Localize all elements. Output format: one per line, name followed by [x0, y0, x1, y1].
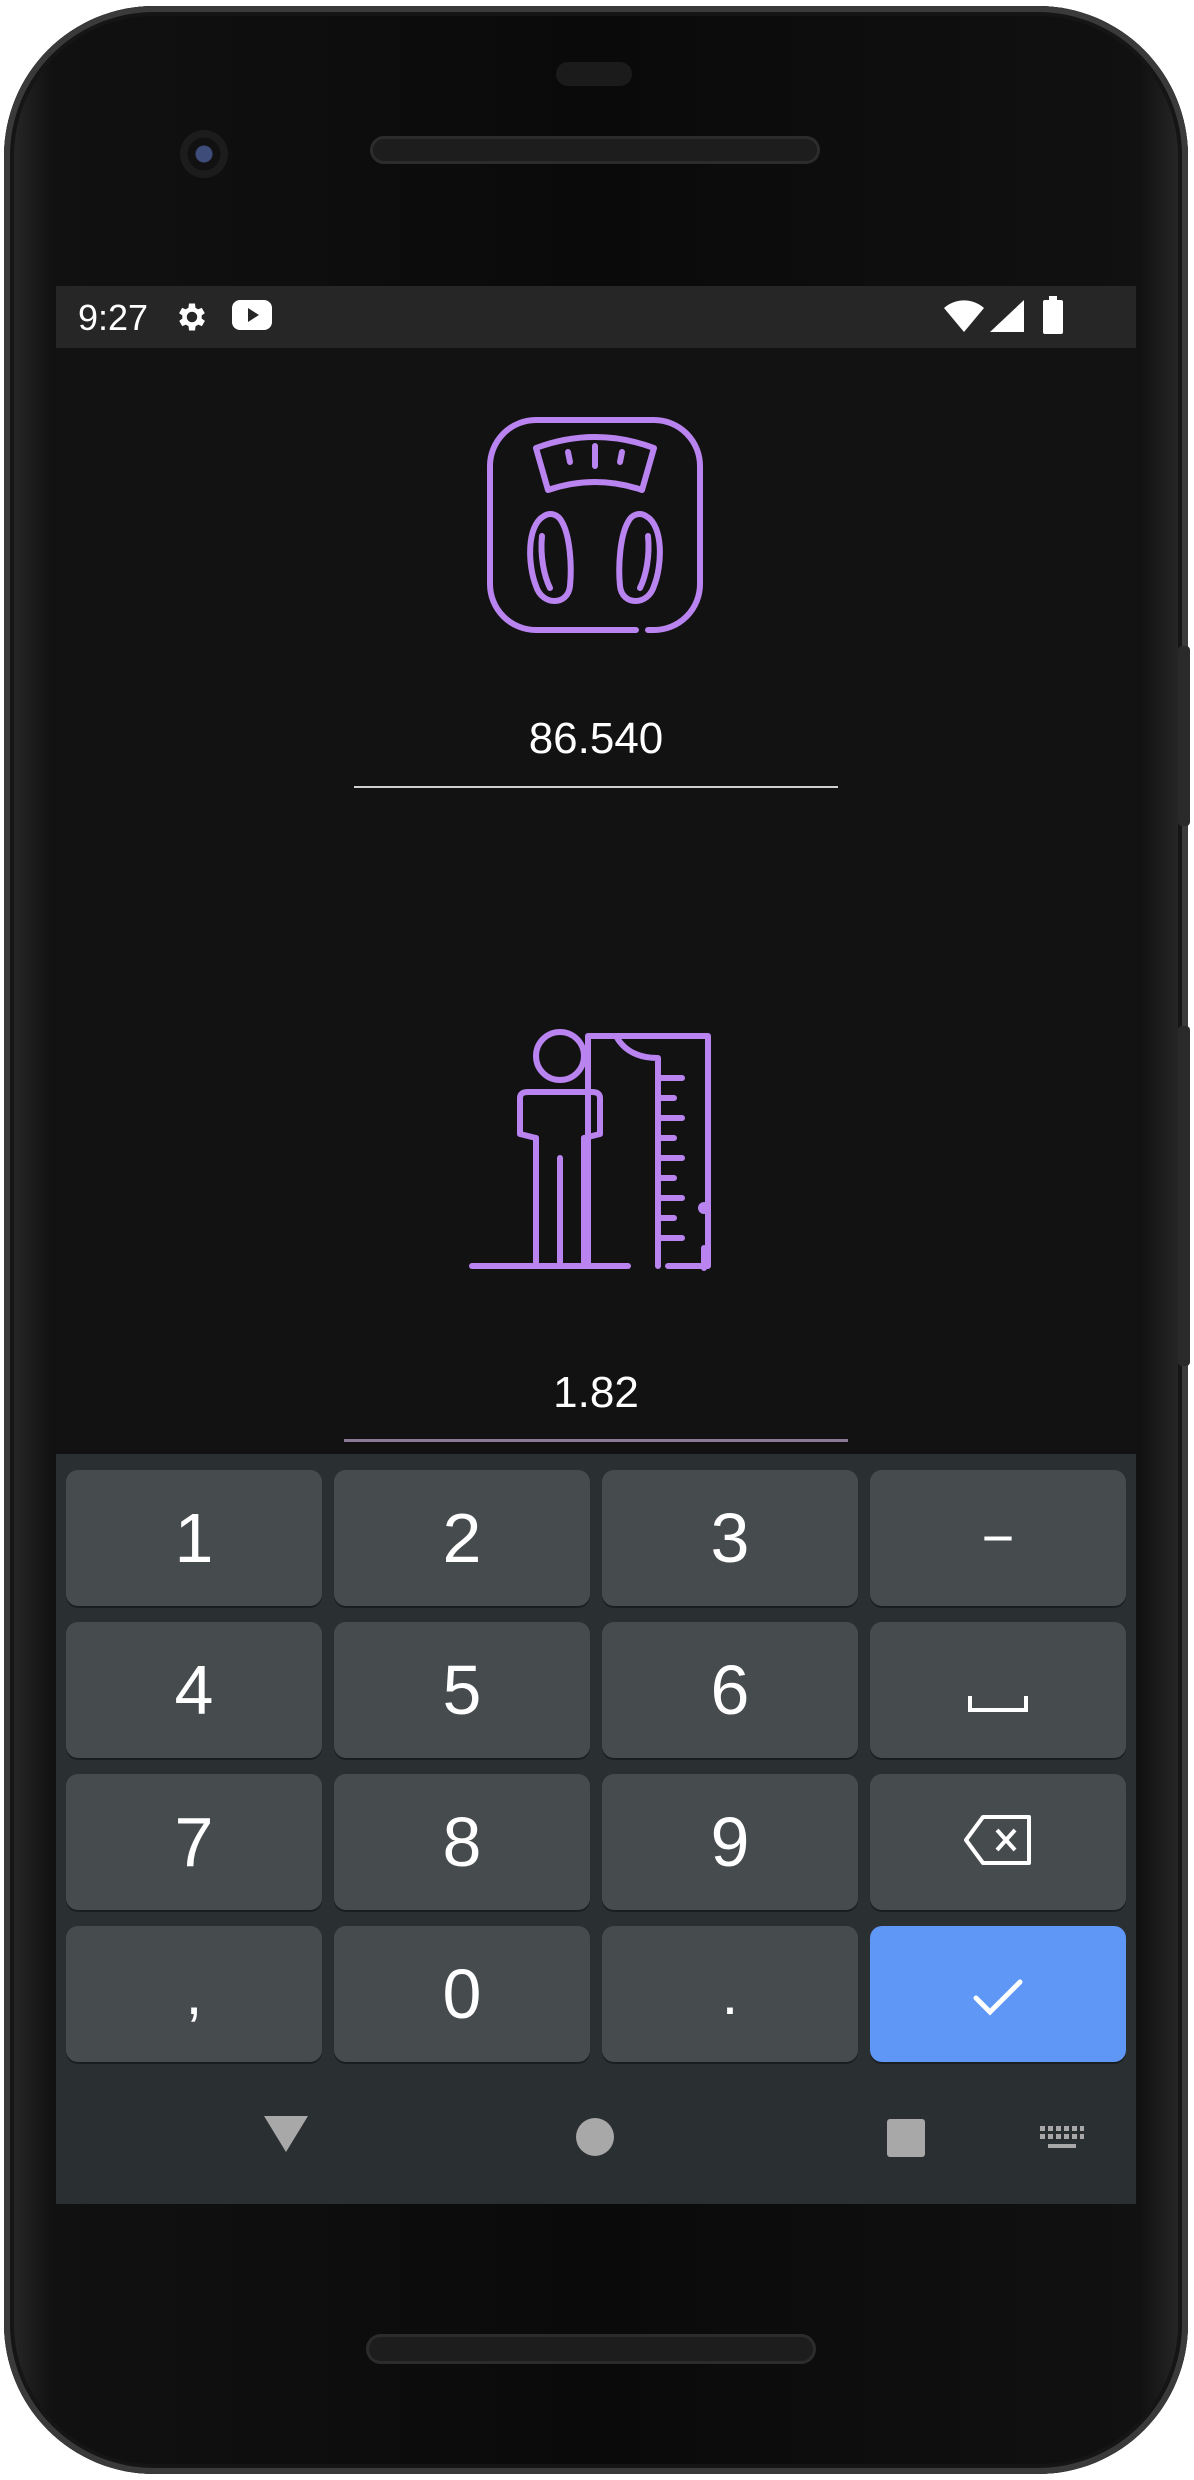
height-measure-icon [468, 1028, 718, 1273]
key-1[interactable]: 1 [66, 1470, 322, 1606]
key-2[interactable]: 2 [334, 1470, 590, 1606]
key-label: 4 [174, 1651, 214, 1729]
front-camera [180, 130, 228, 178]
height-input[interactable]: 1.82 [344, 1368, 848, 1442]
height-underline [344, 1439, 848, 1442]
key-label: 0 [442, 1955, 482, 2033]
key-0[interactable]: 0 [334, 1926, 590, 2062]
power-button [1178, 646, 1190, 826]
key-backspace[interactable] [870, 1774, 1126, 1910]
recents-icon[interactable] [886, 2118, 926, 2163]
backspace-icon [963, 1802, 1033, 1882]
key-label: 2 [442, 1499, 482, 1577]
key-8[interactable]: 8 [334, 1774, 590, 1910]
key-label: . [721, 1960, 739, 2027]
bottom-speaker [366, 2334, 816, 2364]
key-4[interactable]: 4 [66, 1622, 322, 1758]
wifi-icon [944, 300, 984, 337]
key-3[interactable]: 3 [602, 1470, 858, 1606]
key-label: 3 [710, 1499, 750, 1577]
key-label: 6 [710, 1651, 750, 1729]
key-label: 9 [710, 1803, 750, 1881]
height-value: 1.82 [553, 1368, 639, 1417]
navigation-bar [56, 2074, 1136, 2204]
key-6[interactable]: 6 [602, 1622, 858, 1758]
key-label: 1 [174, 1499, 214, 1577]
weight-input[interactable]: 86.540 [354, 714, 838, 788]
battery-icon [1042, 296, 1064, 339]
gear-icon [174, 299, 210, 340]
key-label: 7 [174, 1803, 214, 1881]
signal-icon [990, 300, 1024, 337]
key-space[interactable] [870, 1622, 1126, 1758]
status-bar: 9:27 [56, 286, 1136, 348]
key-9[interactable]: 9 [602, 1774, 858, 1910]
youtube-icon [232, 300, 272, 335]
check-icon [972, 1954, 1024, 2034]
key-label: 5 [442, 1651, 482, 1729]
status-time: 9:27 [78, 297, 149, 338]
key-minus[interactable]: − [870, 1470, 1126, 1606]
key-comma[interactable]: , [66, 1926, 322, 2062]
keyboard-switch-icon[interactable] [1040, 2126, 1084, 2157]
volume-button [1178, 1026, 1190, 1366]
weight-underline [354, 786, 838, 788]
home-icon[interactable] [574, 2116, 616, 2163]
key-done[interactable] [870, 1926, 1126, 2062]
back-icon[interactable] [262, 2114, 310, 2159]
key-label: 8 [442, 1803, 482, 1881]
weight-value: 86.540 [528, 714, 664, 763]
key-label: , [185, 1960, 203, 2027]
key-label: − [981, 1506, 1015, 1569]
phone-frame: 9:27 86.540 1.82 1 2 3 − 4 5 6 7 8 9 , 0… [4, 6, 1190, 2474]
numeric-keyboard: 1 2 3 − 4 5 6 7 8 9 , 0 . [56, 1454, 1136, 2074]
top-slot [556, 62, 632, 86]
key-period[interactable]: . [602, 1926, 858, 2062]
screen: 9:27 86.540 1.82 1 2 3 − 4 5 6 7 8 9 , 0… [56, 286, 1136, 2204]
key-5[interactable]: 5 [334, 1622, 590, 1758]
earpiece-speaker [370, 136, 820, 164]
scale-icon [486, 416, 704, 634]
key-7[interactable]: 7 [66, 1774, 322, 1910]
space-icon [968, 1650, 1028, 1730]
